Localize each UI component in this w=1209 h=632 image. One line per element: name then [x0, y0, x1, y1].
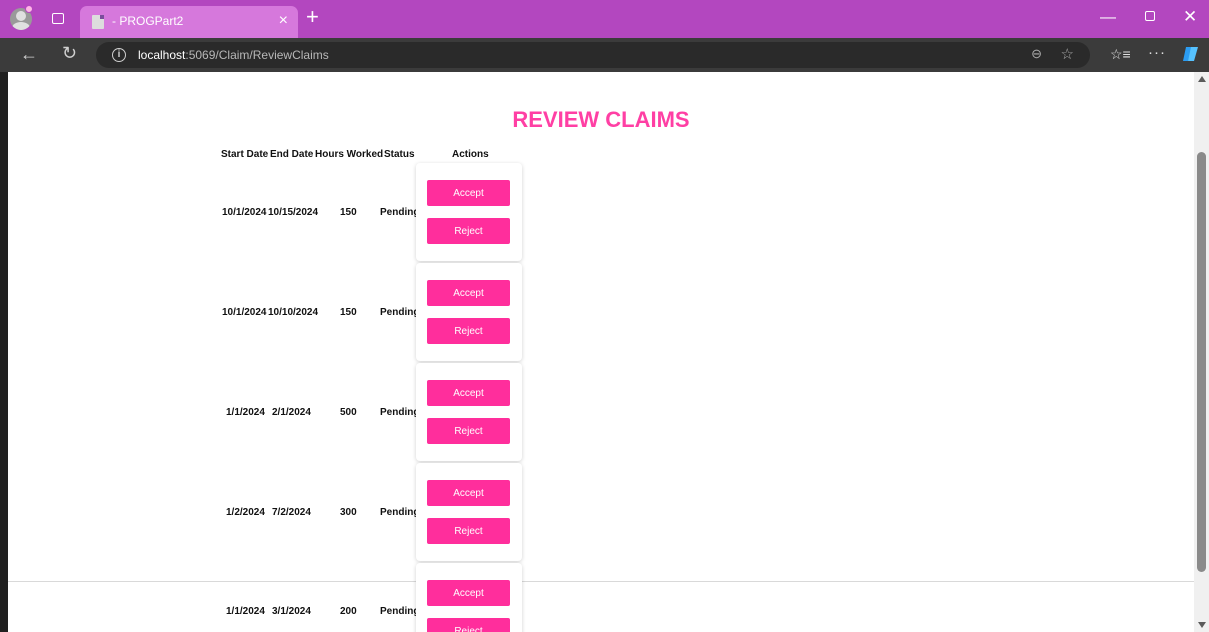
hours-cell: 150 — [340, 307, 357, 318]
accept-button[interactable]: Accept — [427, 280, 510, 306]
actions-card: Accept Reject — [416, 363, 522, 461]
page-title: REVIEW CLAIMS — [512, 107, 690, 132]
accept-button[interactable]: Accept — [427, 180, 510, 206]
tab-progpart2[interactable]: - PROGPart2 × — [80, 6, 298, 38]
status-cell: Pending — [380, 307, 420, 318]
profile-badge — [25, 5, 33, 13]
url-host: localhost — [138, 48, 186, 62]
plus-icon[interactable]: + — [306, 5, 319, 29]
actions-card: Accept Reject — [416, 563, 522, 632]
status-cell: Pending — [380, 407, 420, 418]
hours-cell: 150 — [340, 207, 357, 218]
close-window-icon[interactable]: ✕ — [1183, 7, 1197, 27]
header-hours-worked: Hours Worked — [315, 149, 384, 160]
more-icon[interactable]: ··· — [1148, 44, 1166, 61]
hours-cell: 300 — [340, 507, 357, 518]
status-cell: Pending — [380, 606, 420, 617]
tab-title: - PROGPart2 — [112, 14, 184, 28]
reject-button[interactable]: Reject — [427, 618, 510, 632]
status-cell: Pending — [380, 207, 420, 218]
reject-button[interactable]: Reject — [427, 518, 510, 544]
vertical-scrollbar[interactable] — [1194, 72, 1209, 632]
title-bar: - PROGPart2 × + — ✕ — [0, 0, 1209, 38]
url-path: :5069/Claim/ReviewClaims — [185, 48, 329, 62]
end-date-cell: 2/1/2024 — [272, 407, 311, 418]
end-date-cell: 7/2/2024 — [272, 507, 311, 518]
header-end-date: End Date — [270, 149, 314, 160]
scroll-up-icon[interactable] — [1198, 76, 1206, 82]
actions-card: Accept Reject — [416, 163, 522, 261]
hours-cell: 500 — [340, 407, 357, 418]
back-icon[interactable]: ← — [20, 44, 38, 65]
start-date-cell: 1/2/2024 — [226, 507, 265, 518]
header-status: Status — [384, 149, 415, 160]
zoom-icon[interactable]: ⊖ — [1031, 46, 1042, 62]
end-date-cell: 10/10/2024 — [268, 307, 319, 318]
end-date-cell: 10/15/2024 — [268, 207, 319, 218]
actions-card: Accept Reject — [416, 263, 522, 361]
accept-button[interactable]: Accept — [427, 580, 510, 606]
reject-button[interactable]: Reject — [427, 318, 510, 344]
accept-button[interactable]: Accept — [427, 380, 510, 406]
reject-button[interactable]: Reject — [427, 218, 510, 244]
header-start-date: Start Date — [221, 149, 269, 160]
tabs-icon[interactable] — [52, 13, 64, 24]
hours-cell: 200 — [340, 606, 357, 617]
reload-icon[interactable]: ↻ — [62, 43, 77, 64]
footer-divider — [8, 581, 1194, 582]
start-date-cell: 1/1/2024 — [226, 407, 265, 418]
start-date-cell: 10/1/2024 — [222, 207, 267, 218]
start-date-cell: 1/1/2024 — [226, 606, 265, 617]
end-date-cell: 3/1/2024 — [272, 606, 311, 617]
actions-card: Accept Reject — [416, 463, 522, 561]
address-bar[interactable]: i localhost:5069/Claim/ReviewClaims ⊖ ☆ — [96, 42, 1090, 68]
accept-button[interactable]: Accept — [427, 480, 510, 506]
page-viewport: REVIEW CLAIMS Start Date End Date Hours … — [8, 72, 1194, 632]
page-icon — [92, 15, 104, 29]
address-toolbar: ← ↻ i localhost:5069/Claim/ReviewClaims … — [0, 38, 1209, 72]
favorite-icon[interactable]: ☆ — [1061, 45, 1074, 63]
info-icon[interactable]: i — [112, 48, 126, 62]
url-text[interactable]: localhost:5069/Claim/ReviewClaims — [138, 48, 329, 62]
scroll-down-icon[interactable] — [1198, 622, 1206, 628]
start-date-cell: 10/1/2024 — [222, 307, 267, 318]
close-icon[interactable]: × — [279, 11, 288, 31]
status-cell: Pending — [380, 507, 420, 518]
copilot-icon[interactable] — [1182, 45, 1200, 63]
reject-button[interactable]: Reject — [427, 418, 510, 444]
favorites-icon[interactable]: ☆≡ — [1110, 46, 1131, 63]
scroll-thumb[interactable] — [1197, 152, 1206, 572]
minimize-icon[interactable]: — — [1100, 9, 1116, 27]
restore-icon[interactable] — [1145, 11, 1155, 21]
header-actions: Actions — [452, 149, 489, 160]
